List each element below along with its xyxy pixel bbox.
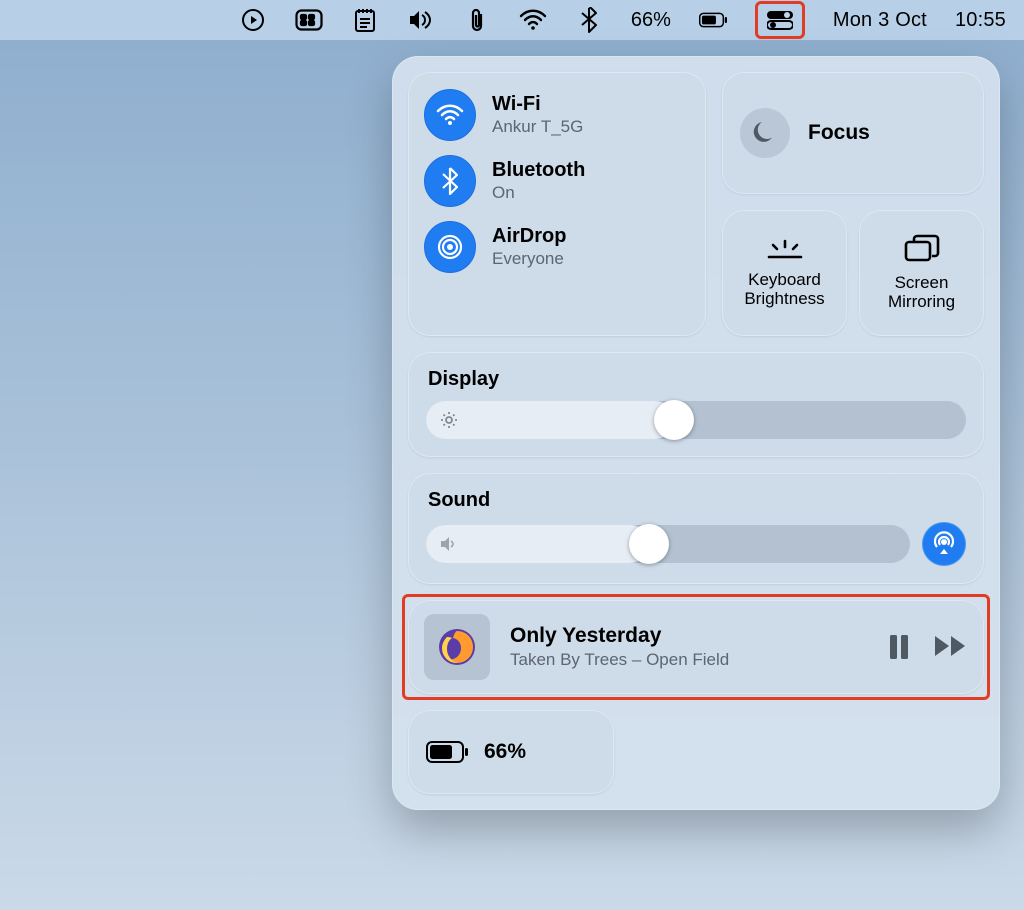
screen-mirroring-icon	[904, 234, 940, 264]
media-subtitle: Taken By Trees – Open Field	[510, 650, 729, 670]
firefox-icon	[437, 627, 477, 667]
bluetooth-icon	[424, 155, 476, 207]
sound-label: Sound	[428, 489, 964, 512]
focus-card[interactable]: Focus	[722, 72, 984, 194]
airplay-icon	[931, 531, 957, 557]
bluetooth-subtitle: On	[492, 183, 585, 203]
menubar: 66% Mon 3 Oct 10:55	[0, 0, 1024, 40]
display-brightness-slider[interactable]	[426, 401, 966, 439]
wifi-icon	[424, 89, 476, 141]
stage-manager-icon[interactable]	[295, 6, 323, 34]
wifi-subtitle: Ankur T_5G	[492, 117, 583, 137]
sound-card: Sound	[408, 473, 984, 584]
volume-low-icon	[440, 536, 460, 552]
wifi-menubar-icon[interactable]	[519, 6, 547, 34]
battery-card-label: 66%	[484, 740, 526, 764]
bluetooth-title: Bluetooth	[492, 159, 585, 182]
next-track-button[interactable]	[934, 634, 968, 660]
airdrop-subtitle: Everyone	[492, 249, 566, 269]
battery-percent-menubar: 66%	[631, 9, 671, 32]
menubar-date[interactable]: Mon 3 Oct	[833, 9, 927, 32]
now-playing-card[interactable]: Only Yesterday Taken By Trees – Open Fie…	[408, 600, 984, 694]
keyboard-brightness-button[interactable]: Keyboard Brightness	[722, 210, 847, 336]
bluetooth-menubar-icon[interactable]	[575, 6, 603, 34]
screen-mirroring-label: Screen Mirroring	[865, 274, 978, 311]
wifi-toggle[interactable]: Wi-Fi Ankur T_5G	[424, 86, 690, 144]
control-center-menubar-icon[interactable]	[766, 6, 794, 34]
connectivity-card: Wi-Fi Ankur T_5G Bluetooth On	[408, 72, 706, 336]
display-card: Display	[408, 352, 984, 457]
battery-menubar-icon[interactable]	[699, 6, 727, 34]
sound-volume-slider[interactable]	[426, 525, 910, 563]
battery-card[interactable]: 66%	[408, 710, 614, 794]
screen-mirroring-button[interactable]: Screen Mirroring	[859, 210, 984, 336]
wifi-title: Wi-Fi	[492, 93, 583, 116]
display-label: Display	[428, 368, 964, 391]
control-center-panel: Wi-Fi Ankur T_5G Bluetooth On	[392, 56, 1000, 810]
pause-button[interactable]	[888, 634, 910, 660]
media-title: Only Yesterday	[510, 624, 729, 648]
airdrop-icon	[424, 221, 476, 273]
now-playing-menubar-icon[interactable]	[239, 6, 267, 34]
airdrop-title: AirDrop	[492, 225, 566, 248]
airplay-audio-button[interactable]	[922, 522, 966, 566]
keyboard-brightness-icon	[763, 237, 807, 261]
notes-menubar-icon[interactable]	[351, 6, 379, 34]
media-artwork	[424, 614, 490, 680]
brightness-low-icon	[440, 411, 458, 429]
airdrop-toggle[interactable]: AirDrop Everyone	[424, 218, 690, 276]
focus-label: Focus	[808, 121, 870, 145]
bluetooth-toggle[interactable]: Bluetooth On	[424, 152, 690, 210]
moon-icon	[740, 108, 790, 158]
keyboard-brightness-label: Keyboard Brightness	[728, 271, 841, 308]
attachment-menubar-icon[interactable]	[463, 6, 491, 34]
control-center-menubar-highlight	[755, 1, 805, 39]
volume-menubar-icon[interactable]	[407, 6, 435, 34]
battery-icon	[426, 741, 468, 763]
menubar-time[interactable]: 10:55	[955, 9, 1006, 32]
